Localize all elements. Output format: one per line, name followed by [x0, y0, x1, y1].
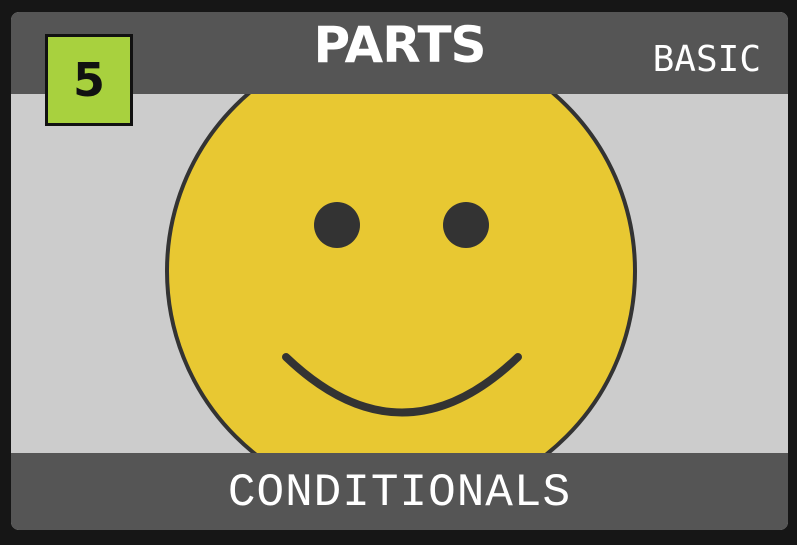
card-illustration: [11, 94, 788, 453]
lesson-card[interactable]: PARTS BASIC 5 CONDITIONALS: [11, 12, 788, 530]
smiley-face-icon: [165, 94, 637, 453]
category-label: CONDITIONALS: [227, 467, 572, 519]
smiley-left-eye: [314, 202, 360, 248]
level-badge: 5: [45, 34, 133, 126]
smiley-right-eye: [443, 202, 489, 248]
difficulty-label: BASIC: [652, 39, 761, 80]
smiley-face: [165, 94, 637, 453]
level-number: 5: [72, 53, 105, 107]
card-footer: CONDITIONALS: [11, 453, 788, 530]
